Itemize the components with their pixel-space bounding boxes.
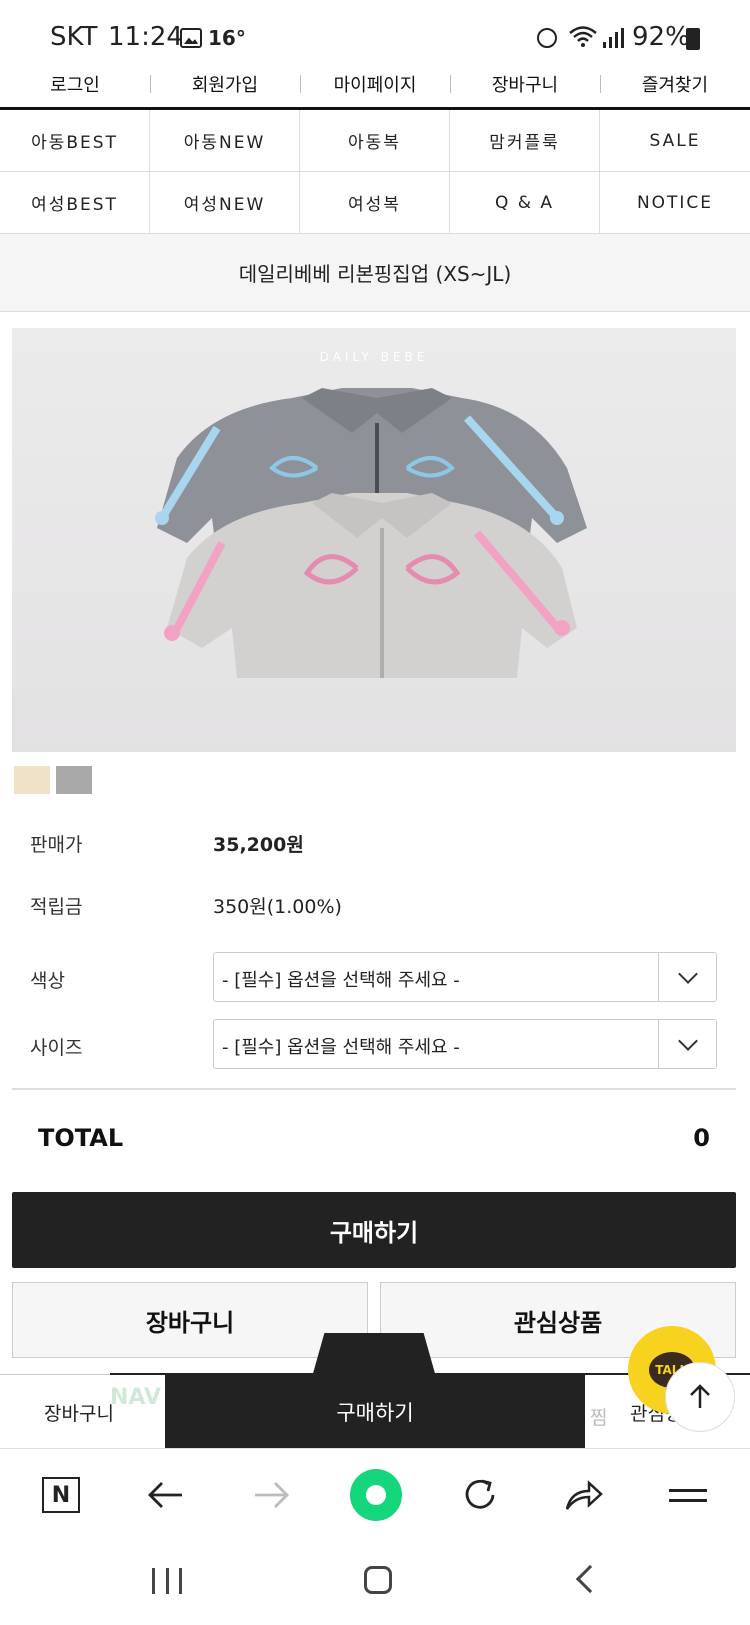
recents-icon[interactable]	[152, 1568, 182, 1594]
category-kids-clothes[interactable]: 아동복	[300, 110, 450, 172]
arrow-right-icon	[255, 1482, 289, 1508]
color-swatch-beige[interactable]	[14, 766, 50, 794]
sticky-zzim-label[interactable]: 찜	[590, 1403, 607, 1430]
category-women-best[interactable]: 여성BEST	[0, 172, 150, 234]
gallery-notification-icon	[180, 28, 202, 48]
share-button[interactable]	[556, 1467, 612, 1523]
category-qna[interactable]: Q & A	[450, 172, 600, 234]
category-mom-couple[interactable]: 맘커플룩	[450, 110, 600, 172]
color-select-value: - [필수] 옵션을 선택해 주세요 -	[222, 970, 460, 991]
jacket-illustration	[155, 388, 587, 678]
color-select[interactable]: - [필수] 옵션을 선택해 주세요 -	[213, 952, 717, 1002]
hamburger-icon	[669, 1482, 707, 1509]
category-women-new[interactable]: 여성NEW	[150, 172, 300, 234]
product-image[interactable]: DAILY BEBE	[12, 328, 736, 752]
buy-now-button[interactable]: 구매하기	[12, 1192, 736, 1268]
size-select[interactable]: - [필수] 옵션을 선택해 주세요 -	[213, 1019, 717, 1069]
color-label: 색상	[30, 970, 65, 992]
back-button[interactable]	[138, 1467, 194, 1523]
refresh-button[interactable]	[452, 1467, 508, 1523]
arrow-up-icon	[690, 1384, 710, 1408]
signal-icon	[603, 28, 625, 48]
naver-home-button[interactable]: N	[33, 1467, 89, 1523]
naver-pay-logo[interactable]: NAV	[110, 1385, 161, 1410]
size-label: 사이즈	[30, 1037, 83, 1059]
bookmark-link[interactable]: 즐겨찾기	[600, 71, 750, 97]
carrier-label: SKT	[50, 22, 98, 52]
total-label: TOTAL	[38, 1124, 124, 1152]
total-value: 0	[693, 1124, 710, 1152]
points-value: 350원(1.00%)	[213, 896, 342, 918]
category-notice[interactable]: NOTICE	[600, 172, 750, 234]
battery-percent: 92%	[632, 22, 690, 52]
refresh-icon	[465, 1479, 495, 1509]
signup-link[interactable]: 회원가입	[150, 71, 300, 97]
points-label: 적립금	[30, 896, 83, 918]
system-navigation	[0, 1538, 750, 1625]
chevron-down-icon[interactable]	[658, 953, 716, 1001]
category-kids-best[interactable]: 아동BEST	[0, 110, 150, 172]
login-link[interactable]: 로그인	[0, 71, 150, 97]
brand-watermark: DAILY BEBE	[319, 350, 429, 364]
arrow-left-icon	[148, 1482, 182, 1508]
category-kids-new[interactable]: 아동NEW	[150, 110, 300, 172]
color-swatch-grey[interactable]	[56, 766, 92, 794]
share-icon	[565, 1480, 603, 1510]
temperature: 16°	[208, 26, 246, 50]
home-icon[interactable]	[364, 1566, 392, 1594]
battery-icon	[686, 28, 700, 50]
green-dot-icon	[350, 1469, 402, 1521]
forward-button[interactable]	[243, 1467, 299, 1523]
scroll-top-button[interactable]	[665, 1362, 735, 1432]
category-sale[interactable]: SALE	[600, 110, 750, 172]
mypage-link[interactable]: 마이페이지	[300, 71, 450, 97]
price-label: 판매가	[30, 834, 83, 856]
browser-toolbar: N	[0, 1448, 750, 1538]
price-value: 35,200원	[213, 834, 304, 856]
options-divider	[12, 1088, 736, 1090]
sticky-cart-button[interactable]: 장바구니	[44, 1399, 114, 1426]
wifi-icon	[568, 24, 598, 54]
cart-link[interactable]: 장바구니	[450, 71, 600, 97]
category-menu: 아동BEST 아동NEW 아동복 맘커플룩 SALE 여성BEST 여성NEW …	[0, 110, 750, 234]
add-to-cart-button[interactable]: 장바구니	[12, 1282, 368, 1358]
size-select-value: - [필수] 옵션을 선택해 주세요 -	[222, 1037, 460, 1058]
chevron-down-icon[interactable]	[658, 1020, 716, 1068]
top-links: 로그인 회원가입 마이페이지 장바구니 즐겨찾기	[0, 62, 750, 106]
alarm-icon	[537, 28, 557, 48]
menu-button[interactable]	[660, 1467, 716, 1523]
sticky-buy-tab[interactable]	[312, 1333, 436, 1377]
category-women-clothes[interactable]: 여성복	[300, 172, 450, 234]
back-nav-icon[interactable]	[575, 1564, 605, 1594]
naver-icon: N	[42, 1477, 80, 1513]
clock: 11:24	[108, 22, 183, 52]
sticky-buy-button[interactable]: 구매하기	[165, 1375, 585, 1449]
product-title: 데일리베베 리본핑집업 (XS~JL)	[0, 234, 750, 312]
status-bar: SKT 11:24 16° 92%	[0, 0, 750, 60]
green-dot-button[interactable]	[348, 1467, 404, 1523]
